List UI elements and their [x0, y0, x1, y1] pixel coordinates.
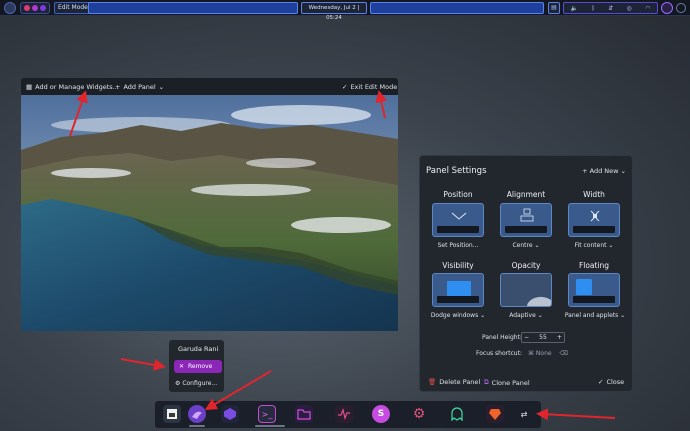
- position-value[interactable]: Set Position...: [427, 242, 489, 249]
- opacity-icon: [526, 296, 551, 306]
- window-icon: [447, 281, 471, 297]
- edit-mode-indicator[interactable]: Edit Mode: [54, 2, 92, 14]
- ghost-app-icon[interactable]: [448, 405, 466, 423]
- panel-settings-toggle-icon[interactable]: ⇄: [517, 405, 531, 423]
- panel-height-label: Panel Height:: [482, 334, 522, 341]
- grid-icon: ▦: [26, 83, 33, 91]
- visibility-tile[interactable]: [432, 273, 484, 307]
- trash-icon: 🗑: [428, 378, 437, 386]
- width-tile[interactable]: [568, 203, 620, 237]
- close-icon: ✕: [179, 363, 185, 370]
- chevron-down-icon: ⌄: [534, 242, 540, 249]
- brave-browser-app-icon[interactable]: [486, 405, 504, 423]
- check-icon: ✓: [342, 83, 348, 91]
- system-monitor-app-icon[interactable]: [335, 405, 353, 423]
- file-manager-app-icon[interactable]: [163, 405, 181, 423]
- panel-height-spinbox[interactable]: − 55 +: [521, 332, 565, 343]
- width-heading: Width: [583, 190, 605, 199]
- chevron-down-icon: ⌄: [620, 312, 626, 319]
- arrow-to-panel-toggle: [536, 408, 616, 421]
- chevron-down-icon: ⌄: [480, 312, 486, 319]
- settings-icon: ⚙: [175, 380, 181, 387]
- floating-dropdown[interactable]: Panel and applets ⌄: [561, 312, 629, 319]
- update-icon[interactable]: ⇵: [608, 5, 613, 12]
- maximize-dot-icon[interactable]: [40, 5, 46, 11]
- taskbar-field[interactable]: [370, 2, 544, 14]
- running-indicator: [189, 425, 205, 427]
- bluetooth-icon[interactable]: ᛒ: [591, 5, 595, 12]
- running-indicator: [255, 425, 285, 427]
- arrow-to-remove: [120, 358, 166, 371]
- wallpaper-preview: [21, 95, 398, 331]
- chevron-down-icon: ⌄: [620, 167, 626, 175]
- fit-content-icon: [590, 210, 600, 222]
- minimize-dot-icon[interactable]: [32, 5, 38, 11]
- files-folder-app-icon[interactable]: [295, 405, 313, 423]
- chevron-down-icon: ⌄: [537, 312, 543, 319]
- floating-window-icon: [576, 279, 592, 295]
- focus-shortcut-label: Focus shortcut:: [476, 350, 522, 357]
- terminal-app-icon[interactable]: >_: [258, 405, 276, 423]
- chevron-down-icon: ⌄: [608, 242, 614, 249]
- alignment-heading: Alignment: [506, 190, 546, 199]
- clock[interactable]: Wednesday, Jul 2 | 05:24: [301, 2, 367, 21]
- alignment-tile[interactable]: [500, 203, 552, 237]
- panel-settings-dialog: Panel Settings + Add New ⌄ Position Alig…: [419, 155, 633, 392]
- plus-icon[interactable]: +: [557, 334, 562, 341]
- focus-shortcut-button[interactable]: ⌘ None ⌫: [528, 350, 568, 357]
- exit-edit-mode-button[interactable]: ✓ Exit Edit Mode: [342, 82, 397, 92]
- configure-button[interactable]: ⚙ Configure...: [175, 380, 217, 387]
- clone-icon: ⧉: [484, 378, 489, 386]
- delete-panel-button[interactable]: 🗑 Delete Panel: [428, 378, 480, 386]
- opacity-heading: Opacity: [511, 261, 541, 270]
- clone-panel-button[interactable]: ⧉ Clone Panel: [484, 378, 530, 387]
- alignment-dropdown[interactable]: Centre ⌄: [495, 242, 557, 249]
- visibility-dropdown[interactable]: Dodge windows ⌄: [427, 312, 489, 319]
- panel-settings-title: Panel Settings: [426, 166, 487, 176]
- minus-icon[interactable]: −: [524, 334, 529, 341]
- chevron-down-icon: [451, 212, 467, 220]
- chevron-down-icon: ⌄: [158, 83, 165, 91]
- close-dot-icon[interactable]: [24, 5, 30, 11]
- align-center-icon: [520, 208, 534, 222]
- settings-app-icon[interactable]: ⚙: [410, 405, 428, 423]
- width-dropdown[interactable]: Fit content ⌄: [563, 242, 625, 249]
- add-widgets-button[interactable]: ▦ Add or Manage Widgets...: [26, 82, 119, 92]
- position-tile[interactable]: [432, 203, 484, 237]
- visibility-heading: Visibility: [442, 261, 474, 270]
- opacity-dropdown[interactable]: Adaptive ⌄: [495, 312, 557, 319]
- remove-button[interactable]: ✕ Remove: [174, 360, 222, 373]
- opacity-tile[interactable]: [500, 273, 552, 307]
- volume-icon[interactable]: 🔈: [571, 5, 578, 12]
- plus-icon: +: [582, 167, 588, 175]
- notifications-icon[interactable]: [676, 3, 686, 13]
- position-heading: Position: [443, 190, 473, 199]
- garuda-rani-app-icon[interactable]: [188, 405, 206, 423]
- coastline-landscape-image: [21, 95, 398, 331]
- software-store-app-icon[interactable]: S: [372, 405, 390, 423]
- bottom-dock: >_ S ⚙ ⇄: [155, 401, 541, 428]
- top-panel: Edit Mode Wednesday, Jul 2 | 05:24 ▤ 🔈 ᛒ…: [0, 0, 690, 21]
- add-panel-button[interactable]: + Add Panel ⌄: [115, 82, 164, 92]
- window-title-field[interactable]: [88, 2, 298, 14]
- applet-context-menu: Garuda Rani ✕ Remove ⚙ Configure...: [169, 340, 224, 392]
- power-icon[interactable]: [661, 2, 673, 14]
- shortcut-icon: ⌘: [528, 350, 534, 357]
- clear-icon[interactable]: ⌫: [560, 350, 568, 357]
- edit-mode-toolbar: ▦ Add or Manage Widgets... + Add Panel ⌄…: [21, 78, 398, 95]
- plus-icon: +: [115, 83, 121, 91]
- floating-heading: Floating: [578, 261, 610, 270]
- browser-app-icon[interactable]: [221, 405, 239, 423]
- add-new-button[interactable]: + Add New ⌄: [582, 167, 626, 175]
- check-icon: ✓: [598, 378, 604, 386]
- network-icon[interactable]: ◎: [627, 5, 632, 12]
- wifi-icon[interactable]: ◠: [645, 5, 650, 12]
- system-tray: 🔈 ᛒ ⇵ ◎ ◠: [563, 2, 658, 14]
- clipboard-icon[interactable]: ▤: [548, 2, 560, 14]
- app-launcher-icon[interactable]: [4, 2, 16, 14]
- floating-tile[interactable]: [568, 273, 620, 307]
- applet-name: Garuda Rani: [178, 345, 219, 353]
- close-button[interactable]: ✓ Close: [598, 378, 624, 386]
- window-controls: [20, 2, 50, 14]
